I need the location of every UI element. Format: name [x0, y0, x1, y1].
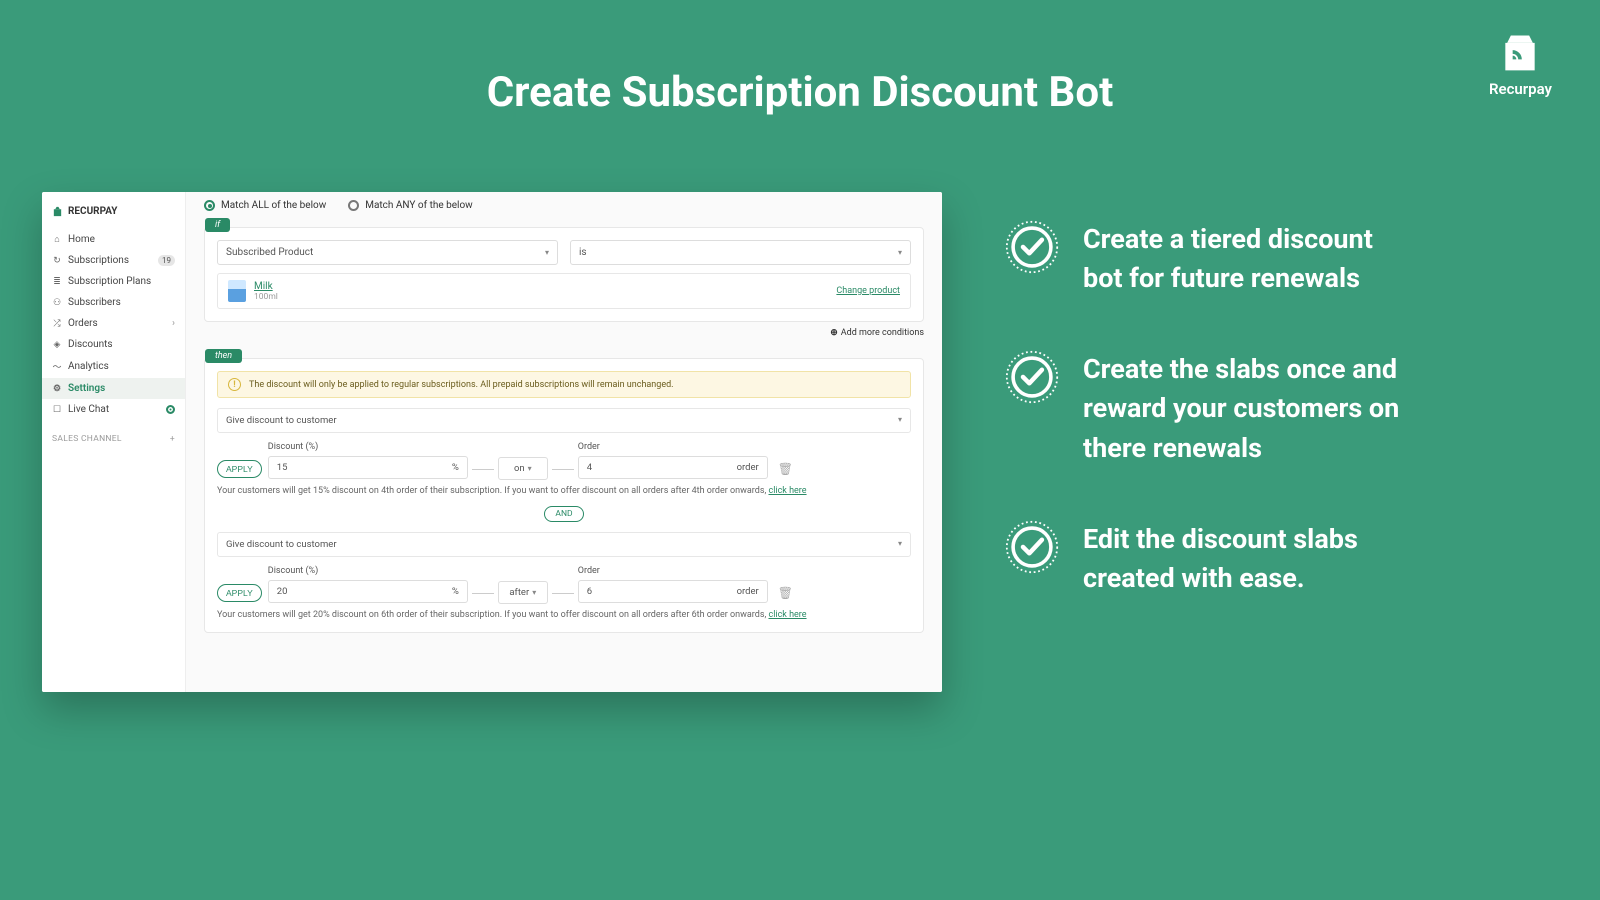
discount-slab: Give discount to customer▾ APPLY Discoun…	[217, 532, 911, 620]
check-badge-icon	[1005, 220, 1059, 274]
warning-icon: !	[228, 378, 241, 391]
status-dot-icon	[166, 405, 175, 414]
feature-text: Create a tiered discount bot for future …	[1083, 220, 1415, 298]
brand-name: Recurpay	[1489, 80, 1552, 98]
nav-icon: ◈	[52, 340, 62, 350]
sidebar-item-subscribers[interactable]: ⚇ Subscribers	[42, 292, 185, 313]
if-block: if Subscribed Product▾ is▾ Milk 100ml Ch…	[204, 227, 924, 322]
and-separator: AND	[217, 506, 911, 522]
sidebar-item-orders[interactable]: ⤮ Orders ›	[42, 313, 185, 334]
plus-icon[interactable]: +	[170, 434, 175, 444]
order-label: Order	[578, 566, 768, 576]
order-input[interactable]: 4order	[578, 456, 768, 479]
condition-operator-select[interactable]: is▾	[570, 240, 911, 265]
product-name-link[interactable]: Milk	[254, 281, 278, 292]
discount-label: Discount (%)	[268, 566, 468, 576]
chevron-down-icon: ▾	[898, 415, 902, 426]
nav-label: Subscribers	[68, 297, 121, 308]
feature-item: Create the slabs once and reward your cu…	[1005, 350, 1415, 467]
click-here-link[interactable]: click here	[768, 610, 806, 620]
chevron-down-icon: ▾	[545, 248, 549, 257]
nav-label: Subscriptions	[68, 255, 129, 266]
page-title: Create Subscription Discount Bot	[0, 0, 1600, 117]
then-tag: then	[205, 349, 242, 363]
main-panel: Match ALL of the below Match ANY of the …	[186, 192, 942, 692]
apply-button[interactable]: APPLY	[217, 584, 262, 602]
selected-product-row: Milk 100ml Change product	[217, 273, 911, 309]
nav-icon: ≣	[52, 277, 62, 287]
feature-text: Edit the discount slabs created with eas…	[1083, 520, 1415, 598]
radio-off-icon	[348, 200, 359, 211]
nav-label: Subscription Plans	[68, 276, 151, 287]
chevron-down-icon: ▾	[898, 248, 902, 257]
nav-label: Settings	[68, 383, 105, 394]
discount-slab: Give discount to customer▾ APPLY Discoun…	[217, 408, 911, 496]
click-here-link[interactable]: click here	[768, 486, 806, 496]
feature-item: Create a tiered discount bot for future …	[1005, 220, 1415, 298]
nav-icon: ⌂	[52, 234, 62, 245]
condition-field-select[interactable]: Subscribed Product▾	[217, 240, 558, 265]
sidebar-item-live-chat[interactable]: ☐ Live Chat	[42, 399, 185, 420]
trash-icon[interactable]: 🗑	[778, 586, 793, 600]
chevron-down-icon: ▾	[898, 539, 902, 550]
discount-input[interactable]: 20%	[268, 580, 468, 603]
check-badge-icon	[1005, 350, 1059, 404]
plus-icon: ⊕	[830, 328, 838, 338]
brand-logo: Recurpay	[1489, 30, 1552, 98]
sales-channel-header: SALES CHANNEL+	[42, 420, 185, 448]
change-product-link[interactable]: Change product	[836, 286, 900, 296]
when-select[interactable]: on ▾	[498, 457, 548, 480]
warning-notice: ! The discount will only be applied to r…	[217, 371, 911, 398]
match-all-option[interactable]: Match ALL of the below	[204, 200, 326, 211]
check-badge-icon	[1005, 520, 1059, 574]
discount-label: Discount (%)	[268, 442, 468, 452]
sidebar-item-discounts[interactable]: ◈ Discounts	[42, 334, 185, 355]
sidebar-item-subscription-plans[interactable]: ≣ Subscription Plans	[42, 271, 185, 292]
feature-text: Create the slabs once and reward your cu…	[1083, 350, 1415, 467]
discount-input[interactable]: 15%	[268, 456, 468, 479]
sidebar-item-analytics[interactable]: 〜 Analytics	[42, 355, 185, 378]
helper-text: Your customers will get 15% discount on …	[217, 486, 911, 496]
order-label: Order	[578, 442, 768, 452]
when-select[interactable]: after ▾	[498, 581, 548, 604]
nav-label: Analytics	[68, 361, 109, 372]
if-tag: if	[205, 218, 230, 232]
trash-icon[interactable]: 🗑	[778, 462, 793, 476]
match-any-option[interactable]: Match ANY of the below	[348, 200, 472, 211]
bag-icon	[52, 206, 63, 217]
apply-button[interactable]: APPLY	[217, 460, 262, 478]
nav-icon: 〜	[52, 360, 62, 373]
feature-list: Create a tiered discount bot for future …	[1005, 220, 1415, 650]
nav-icon: ☐	[52, 405, 62, 415]
nav-icon: ⤮	[52, 319, 62, 329]
shopping-bag-icon	[1498, 30, 1542, 74]
then-block: then ! The discount will only be applied…	[204, 358, 924, 633]
feature-item: Edit the discount slabs created with eas…	[1005, 520, 1415, 598]
nav-icon: ⚇	[52, 298, 62, 308]
nav-label: Discounts	[68, 339, 113, 350]
sidebar-item-subscriptions[interactable]: ↻ Subscriptions 19	[42, 250, 185, 271]
give-discount-select[interactable]: Give discount to customer▾	[217, 532, 911, 557]
sidebar: RECURPAY ⌂ Home ↻ Subscriptions 19 ≣ Subscript…	[42, 192, 186, 692]
app-window: RECURPAY ⌂ Home ↻ Subscriptions 19 ≣ Subscript…	[42, 192, 942, 692]
give-discount-select[interactable]: Give discount to customer▾	[217, 408, 911, 433]
sidebar-item-home[interactable]: ⌂ Home	[42, 229, 185, 250]
nav-label: Home	[68, 234, 95, 245]
count-badge: 19	[158, 255, 175, 266]
order-input[interactable]: 6order	[578, 580, 768, 603]
nav-icon: ↻	[52, 256, 62, 266]
nav-label: Orders	[68, 318, 98, 329]
nav-label: Live Chat	[68, 404, 109, 415]
add-condition-button[interactable]: ⊕Add more conditions	[204, 328, 924, 338]
nav-icon: ⚙	[52, 384, 62, 394]
sidebar-brand: RECURPAY	[42, 200, 185, 229]
match-mode-row: Match ALL of the below Match ANY of the …	[204, 200, 924, 211]
product-thumbnail	[228, 280, 246, 302]
sidebar-item-settings[interactable]: ⚙ Settings	[42, 378, 185, 399]
product-variant: 100ml	[254, 292, 278, 302]
chevron-right-icon: ›	[172, 318, 175, 329]
helper-text: Your customers will get 20% discount on …	[217, 610, 911, 620]
radio-on-icon	[204, 200, 215, 211]
